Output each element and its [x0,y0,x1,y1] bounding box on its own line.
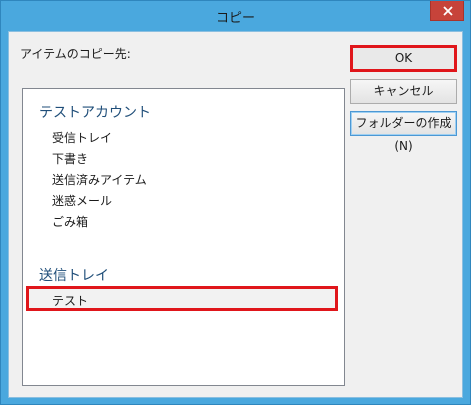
title-bar[interactable]: コピー [1,1,470,31]
cancel-button[interactable]: キャンセル [350,79,457,104]
dialog-body: アイテムのコピー先: テストアカウント 受信トレイ 下書き 送信済みアイテム 迷… [8,31,463,398]
window-title: コピー [215,11,255,26]
destination-label: アイテムのコピー先: [20,47,131,61]
copy-dialog-window: コピー アイテムのコピー先: テストアカウント 受信トレイ 下書き 送信済みアイ… [0,0,471,405]
tree-folder-test-label: テスト [52,294,89,308]
tree-folder-drafts[interactable]: 下書き [52,150,88,167]
close-icon [443,6,453,16]
tree-folder-inbox[interactable]: 受信トレイ [52,129,112,146]
new-folder-button[interactable]: フォルダーの作成(N) [350,111,457,153]
tree-folder-test-selected[interactable]: テスト [26,286,338,311]
tree-folder-junk[interactable]: 迷惑メール [52,192,112,209]
tree-outbox[interactable]: 送信トレイ [39,265,109,285]
tree-account-test[interactable]: テストアカウント [39,102,151,122]
folder-tree[interactable]: テストアカウント 受信トレイ 下書き 送信済みアイテム 迷惑メール ごみ箱 テス… [22,88,345,386]
ok-button[interactable]: OK [350,45,457,72]
tree-folder-trash[interactable]: ごみ箱 [52,213,88,230]
tree-folder-sent[interactable]: 送信済みアイテム [52,171,147,188]
close-button[interactable] [430,1,464,21]
